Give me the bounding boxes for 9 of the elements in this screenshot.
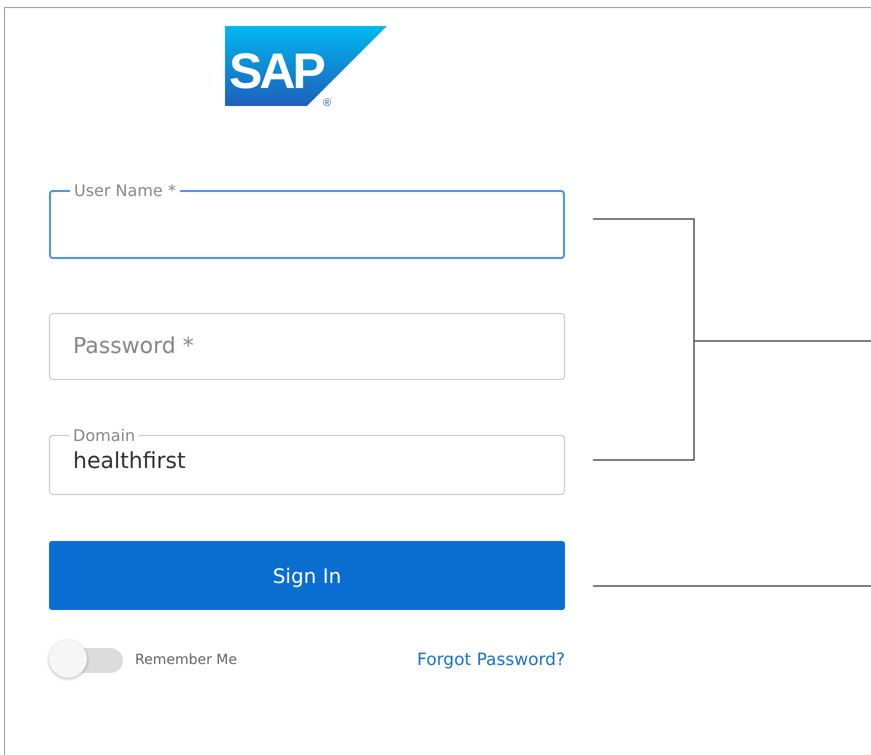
password-field[interactable]: Password *: [49, 313, 565, 380]
text-input[interactable]: healthfirst: [73, 449, 541, 474]
toggle-switch[interactable]: [49, 640, 123, 680]
forgot-password-link[interactable]: Forgot Password?: [417, 650, 565, 670]
text-field[interactable]: Domain healthfirst: [49, 426, 565, 495]
logo: SAP ®: [225, 26, 387, 108]
remember-me-label: Remember Me: [135, 652, 237, 668]
text-field[interactable]: User Name *: [49, 181, 565, 259]
sign-in-button[interactable]: Sign In: [49, 541, 565, 610]
